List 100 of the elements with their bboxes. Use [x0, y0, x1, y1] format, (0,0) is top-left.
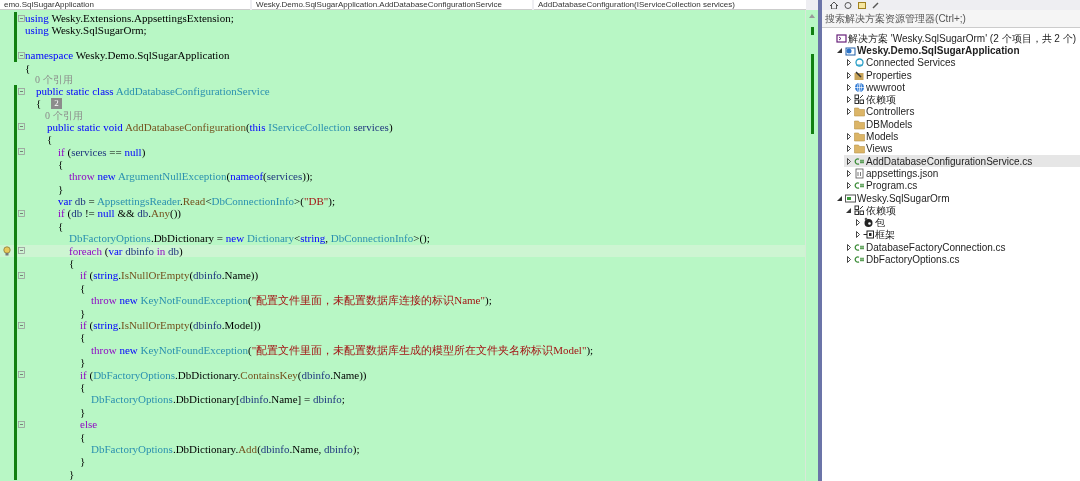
- code-line: var db = AppsettingsReader.Read<DbConnectionInfo>("DB");: [57, 195, 335, 208]
- code-line: if (db != null && db.Any()): [57, 207, 181, 220]
- tree-item[interactable]: 依赖项: [844, 204, 1080, 217]
- collapsed-arrow-icon[interactable]: [846, 145, 851, 153]
- tree-item[interactable]: 依赖项: [844, 93, 1080, 106]
- csharp-file-icon: [854, 155, 866, 167]
- code-line: }: [79, 405, 86, 419]
- collapsed-arrow-icon[interactable]: [846, 256, 851, 263]
- tree-item[interactable]: Wesky.Demo.SqlSugarApplication: [835, 44, 1080, 57]
- csharp-file-icon: [854, 241, 866, 253]
- code-line: }: [68, 467, 75, 481]
- code-line: namespace Wesky.Demo.SqlSugarApplication: [25, 49, 230, 62]
- tree-item[interactable]: Connected Services: [844, 56, 1080, 69]
- code-line: public static class AddDatabaseConfigurationService: [35, 84, 270, 98]
- code-line: }: [79, 356, 86, 369]
- collapse-icon[interactable]: [17, 14, 25, 22]
- collapsed-arrow-icon[interactable]: [846, 108, 851, 116]
- search-field[interactable]: 搜索解决方案资源管理器(Ctrl+;): [822, 10, 1080, 28]
- collapse-icon[interactable]: [17, 87, 25, 95]
- package-icon: [863, 217, 875, 229]
- collapse-icon[interactable]: [17, 420, 25, 428]
- expanded-arrow-icon[interactable]: [837, 195, 843, 201]
- code-line: using Wesky.Extensions.AppsettingsExtension;: [25, 12, 234, 25]
- library-project-icon: [845, 192, 857, 204]
- folder-icon: [854, 106, 866, 118]
- history-icon[interactable]: [844, 1, 853, 9]
- tree-item[interactable]: Program.cs: [844, 179, 1080, 192]
- collapsed-arrow-icon[interactable]: [846, 83, 851, 91]
- code-line: {: [35, 97, 42, 110]
- code-line: DbFactoryOptions.DbDictionary.Add(dbinfo.Name, dbinfo);: [90, 442, 360, 456]
- dependencies-icon: [854, 94, 866, 106]
- lightbulb-icon[interactable]: [3, 245, 11, 256]
- code-line: }: [57, 182, 64, 196]
- collapse-icon[interactable]: [17, 210, 25, 218]
- collapsed-arrow-icon[interactable]: [846, 169, 851, 177]
- navigation-dropdown[interactable]: AddDatabaseConfiguration(IServiceCollection services): [534, 0, 807, 10]
- tree-item[interactable]: wwwroot: [844, 81, 1080, 94]
- home-icon[interactable]: [830, 1, 839, 9]
- tree-item[interactable]: Views: [844, 142, 1080, 155]
- code-line: {: [79, 281, 86, 295]
- collapsed-arrow-icon[interactable]: [846, 71, 851, 79]
- tree-item[interactable]: DBModels: [844, 118, 1080, 131]
- folder-icon: [854, 118, 866, 130]
- tree-item[interactable]: Properties: [844, 68, 1080, 82]
- collapse-icon[interactable]: [17, 321, 25, 329]
- navigation-dropdown[interactable]: emo.SqlSugarApplication: [0, 0, 250, 10]
- csharp-file-icon: [854, 180, 866, 192]
- code-line: }: [79, 455, 86, 468]
- tree-item[interactable]: 解决方案 'Wesky.SqlSugarOrm' (2 个项目，共 2 个): [826, 32, 1080, 45]
- code-line: if (DbFactoryOptions.DbDictionary.ContainsKey(dbinfo.Name)): [79, 368, 367, 381]
- code-line: using Wesky.SqlSugarOrm;: [25, 24, 147, 37]
- tree-item[interactable]: 框架: [853, 228, 1080, 242]
- collapsed-arrow-icon[interactable]: [846, 59, 851, 67]
- code-line: throw new KeyNotFoundException("配置文件里面，未配置数据库生成的模型所在文件夹名称标识Model");: [90, 343, 594, 357]
- wrench-folder-icon: [854, 69, 866, 81]
- code-line: {: [68, 257, 75, 270]
- collapse-icon[interactable]: [17, 148, 25, 156]
- tree-item[interactable]: Wesky.SqlSugarOrm: [835, 191, 1080, 205]
- csharp-file-icon: [854, 254, 866, 265]
- code-line: if (string.IsNullOrEmpty(dbinfo.Model)): [79, 319, 261, 332]
- tree-item[interactable]: Models: [844, 130, 1080, 143]
- collapse-icon[interactable]: [17, 123, 25, 131]
- tree-item[interactable]: 包: [853, 216, 1080, 229]
- framework-icon: [863, 229, 875, 241]
- collapse-icon[interactable]: [17, 247, 25, 255]
- collapsed-arrow-icon[interactable]: [846, 243, 851, 251]
- collapsed-arrow-icon[interactable]: [846, 96, 851, 104]
- tree-item[interactable]: Controllers: [844, 105, 1080, 119]
- collapsed-arrow-icon[interactable]: [846, 182, 851, 190]
- settings-file-icon: [854, 167, 866, 179]
- project-icon: [845, 44, 857, 56]
- code-line: foreach (var dbinfo in db): [68, 244, 183, 258]
- tree-item[interactable]: AddDatabaseConfigurationService.cs: [844, 154, 1080, 168]
- expanded-arrow-icon[interactable]: [846, 207, 852, 213]
- navigation-dropdown[interactable]: Wesky.Demo.SqlSugarApplication.AddDatabaseConfigurationService: [252, 0, 532, 10]
- code-line: throw new ArgumentNullException(nameof(services));: [68, 170, 313, 183]
- code-line: if (services == null): [57, 145, 146, 158]
- collapsed-arrow-icon[interactable]: [846, 133, 851, 140]
- tree-item[interactable]: DatabaseFactoryConnection.cs: [844, 241, 1080, 254]
- tree-item[interactable]: appsettings.json: [844, 167, 1080, 180]
- collapsed-arrow-icon[interactable]: [855, 231, 860, 239]
- code-line: DbFactoryOptions.DbDictionary[dbinfo.Name] = dbinfo;: [90, 393, 345, 406]
- cloud-icon: [854, 57, 866, 69]
- code-line: {: [25, 61, 31, 74]
- code-line: throw new KeyNotFoundException("配置文件里面，未配置数据库连接的标识Name");: [90, 294, 492, 307]
- collapse-icon[interactable]: [17, 371, 25, 379]
- collapse-icon[interactable]: [17, 272, 25, 280]
- solution-icon: [836, 32, 848, 44]
- tree-item[interactable]: DbFactoryOptions.cs: [844, 253, 1080, 266]
- folder-icon: [854, 131, 866, 142]
- collapse-icon[interactable]: [17, 51, 25, 59]
- code-editor[interactable]: [0, 10, 806, 481]
- code-line: DbFactoryOptions.DbDictionary = new Dictionary<string, DbConnectionInfo>();: [68, 232, 430, 245]
- code-line: {: [79, 380, 86, 394]
- code-line: {: [46, 133, 53, 146]
- expanded-arrow-icon[interactable]: [837, 47, 843, 53]
- collapsed-arrow-icon[interactable]: [855, 219, 860, 227]
- code-line: else: [79, 418, 98, 431]
- code-line: }: [79, 306, 86, 319]
- collapsed-arrow-icon[interactable]: [846, 157, 851, 165]
